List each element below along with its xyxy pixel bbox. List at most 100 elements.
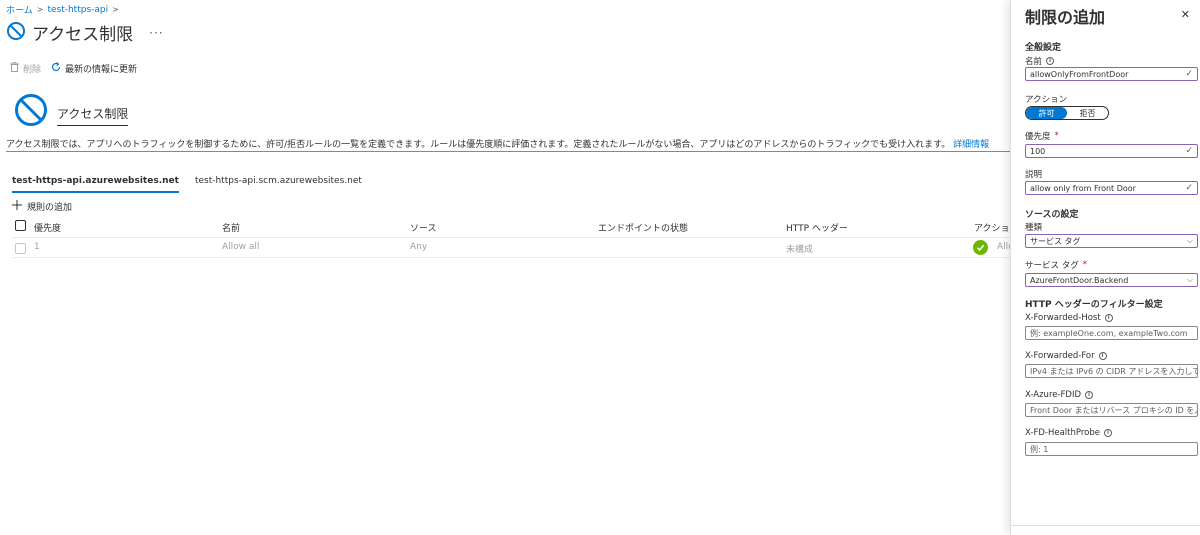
description-text: アクセス制限では、アプリへのトラフィックを制御するために、許可/拒否ルールの一覧…	[6, 140, 951, 150]
row-checkbox[interactable]	[15, 243, 26, 254]
block-icon	[6, 21, 26, 45]
x-fd-healthprobe-placeholder: 例: 1	[1030, 444, 1049, 454]
breadcrumb-home[interactable]: ホーム	[6, 3, 33, 16]
action-allow-option[interactable]: 許可	[1026, 107, 1067, 119]
close-icon[interactable]: ✕	[1181, 8, 1190, 21]
header-priority[interactable]: 優先度	[34, 221, 61, 234]
delete-button[interactable]: 削除	[10, 62, 41, 75]
cell-source: Any	[410, 242, 428, 252]
chevron-down-icon: ⌵	[1186, 275, 1193, 284]
description-field-value: allow only from Front Door	[1030, 183, 1136, 193]
checkmark-icon: ✓	[1185, 69, 1193, 79]
cell-http-headers: 未構成	[786, 245, 814, 255]
x-fd-healthprobe-label-text: X-FD-HealthProbe	[1025, 428, 1100, 438]
x-forwarded-host-placeholder: 例: exampleOne.com, exampleTwo.com	[1030, 328, 1188, 338]
add-rule-label: 規則の追加	[27, 203, 73, 213]
table-row[interactable]: 1 Allow all Any 未構成 Allow	[12, 237, 1010, 258]
x-fd-healthprobe-label: X-FD-HealthProbe i	[1025, 428, 1112, 438]
header-name[interactable]: 名前	[222, 221, 240, 234]
cell-priority: 1	[34, 242, 40, 252]
more-options-button[interactable]: ···	[149, 26, 163, 40]
x-fd-healthprobe-input[interactable]: 例: 1	[1025, 442, 1198, 456]
chevron-down-icon: ⌵	[1186, 236, 1193, 245]
plus-icon	[12, 200, 22, 213]
info-icon[interactable]: i	[1046, 57, 1055, 65]
page-header: アクセス制限 ···	[6, 20, 164, 45]
x-azure-fdid-placeholder: Front Door またはリバース プロキシの ID を入力...	[1030, 405, 1197, 415]
header-http-headers[interactable]: HTTP ヘッダー	[786, 221, 848, 234]
trash-icon	[10, 62, 19, 75]
x-forwarded-host-label-text: X-Forwarded-Host	[1025, 313, 1101, 323]
info-icon[interactable]: i	[1104, 429, 1112, 437]
breadcrumb-separator-icon: >	[112, 5, 119, 14]
page-title: アクセス制限	[32, 25, 134, 45]
section-title: アクセス制限	[57, 105, 129, 126]
name-label-text: 名前	[1025, 57, 1043, 67]
name-field[interactable]: allowOnlyFromFrontDoor ✓	[1025, 67, 1198, 81]
refresh-label: 最新の情報に更新	[65, 65, 138, 75]
description-label: 説明	[1025, 170, 1043, 180]
type-dropdown-value: サービス タグ	[1030, 236, 1081, 246]
info-icon[interactable]: i	[1085, 391, 1094, 399]
x-forwarded-for-placeholder: IPv4 または IPv6 の CIDR アドレスを入力してくだ...	[1030, 366, 1197, 376]
check-circle-icon	[973, 240, 988, 255]
tab-scm-site[interactable]: test-https-api.scm.azurewebsites.net	[195, 176, 362, 193]
service-tag-label-text: サービス タグ	[1025, 261, 1079, 271]
x-forwarded-host-label: X-Forwarded-Host i	[1025, 313, 1113, 323]
action-deny-option[interactable]: 拒否	[1067, 107, 1108, 119]
x-azure-fdid-label-text: X-Azure-FDID	[1025, 390, 1082, 400]
header-action[interactable]: アクション	[974, 221, 1010, 234]
info-icon[interactable]: i	[1104, 314, 1113, 322]
section-hero: アクセス制限	[14, 93, 129, 131]
tab-main-site[interactable]: test-https-api.azurewebsites.net	[12, 176, 179, 193]
x-forwarded-for-label: X-Forwarded-For i	[1025, 351, 1107, 361]
required-marker: *	[1054, 131, 1059, 141]
delete-label: 削除	[23, 65, 42, 75]
source-settings-heading: ソースの設定	[1025, 210, 1079, 220]
service-tag-dropdown[interactable]: AzureFrontDoor.Backend ⌵	[1025, 273, 1198, 287]
x-forwarded-for-label-text: X-Forwarded-For	[1025, 351, 1095, 361]
divider	[6, 151, 1010, 152]
cell-action: Allow	[997, 242, 1010, 252]
header-source[interactable]: ソース	[410, 221, 437, 234]
info-icon[interactable]: i	[1098, 352, 1107, 360]
name-field-value: allowOnlyFromFrontDoor	[1030, 69, 1129, 79]
refresh-icon	[51, 62, 61, 75]
learn-more-link[interactable]: 詳細情報	[953, 140, 989, 150]
panel-footer-divider	[1011, 525, 1200, 526]
x-forwarded-host-input[interactable]: 例: exampleOne.com, exampleTwo.com	[1025, 326, 1198, 340]
select-all-checkbox[interactable]	[15, 220, 26, 231]
cell-name: Allow all	[222, 242, 260, 252]
description-field[interactable]: allow only from Front Door ✓	[1025, 181, 1198, 195]
checkmark-icon: ✓	[1185, 183, 1193, 193]
action-label: アクション	[1025, 95, 1068, 105]
breadcrumb-separator-icon: >	[36, 5, 44, 14]
breadcrumb-resource[interactable]: test-https-api	[47, 5, 108, 15]
add-rule-button[interactable]: 規則の追加	[12, 200, 72, 213]
panel-title: 制限の追加	[1025, 8, 1106, 27]
header-endpoint-status[interactable]: エンドポイントの状態	[598, 221, 688, 234]
x-azure-fdid-input[interactable]: Front Door またはリバース プロキシの ID を入力...	[1025, 403, 1198, 417]
x-forwarded-for-input[interactable]: IPv4 または IPv6 の CIDR アドレスを入力してくだ...	[1025, 364, 1198, 378]
type-label: 種類	[1025, 223, 1043, 233]
add-restriction-panel: 制限の追加 ✕ 全般設定 名前 i allowOnlyFromFrontDoor…	[1010, 0, 1200, 535]
refresh-button[interactable]: 最新の情報に更新	[51, 62, 137, 75]
name-label: 名前 i	[1025, 55, 1055, 67]
general-settings-heading: 全般設定	[1025, 43, 1062, 53]
priority-label-text: 優先度	[1025, 132, 1051, 142]
table-header: 優先度 名前 ソース エンドポイントの状態 HTTP ヘッダー アクション	[12, 217, 1010, 235]
checkmark-icon: ✓	[1185, 146, 1193, 156]
breadcrumb: ホーム > test-https-api >	[6, 3, 119, 17]
x-azure-fdid-label: X-Azure-FDID i	[1025, 390, 1094, 400]
required-marker: *	[1082, 260, 1087, 270]
service-tag-dropdown-value: AzureFrontDoor.Backend	[1030, 275, 1129, 285]
type-dropdown[interactable]: サービス タグ ⌵	[1025, 234, 1198, 248]
priority-field[interactable]: 100 ✓	[1025, 144, 1198, 158]
action-toggle[interactable]: 許可 拒否	[1025, 106, 1109, 120]
priority-field-value: 100	[1030, 146, 1046, 156]
site-tabs: test-https-api.azurewebsites.net test-ht…	[12, 176, 362, 193]
command-bar: 削除 最新の情報に更新	[10, 62, 137, 75]
rules-table: 優先度 名前 ソース エンドポイントの状態 HTTP ヘッダー アクション 1 …	[12, 217, 1010, 258]
http-filter-heading: HTTP ヘッダーのフィルター設定	[1025, 300, 1163, 310]
block-icon	[14, 93, 48, 131]
